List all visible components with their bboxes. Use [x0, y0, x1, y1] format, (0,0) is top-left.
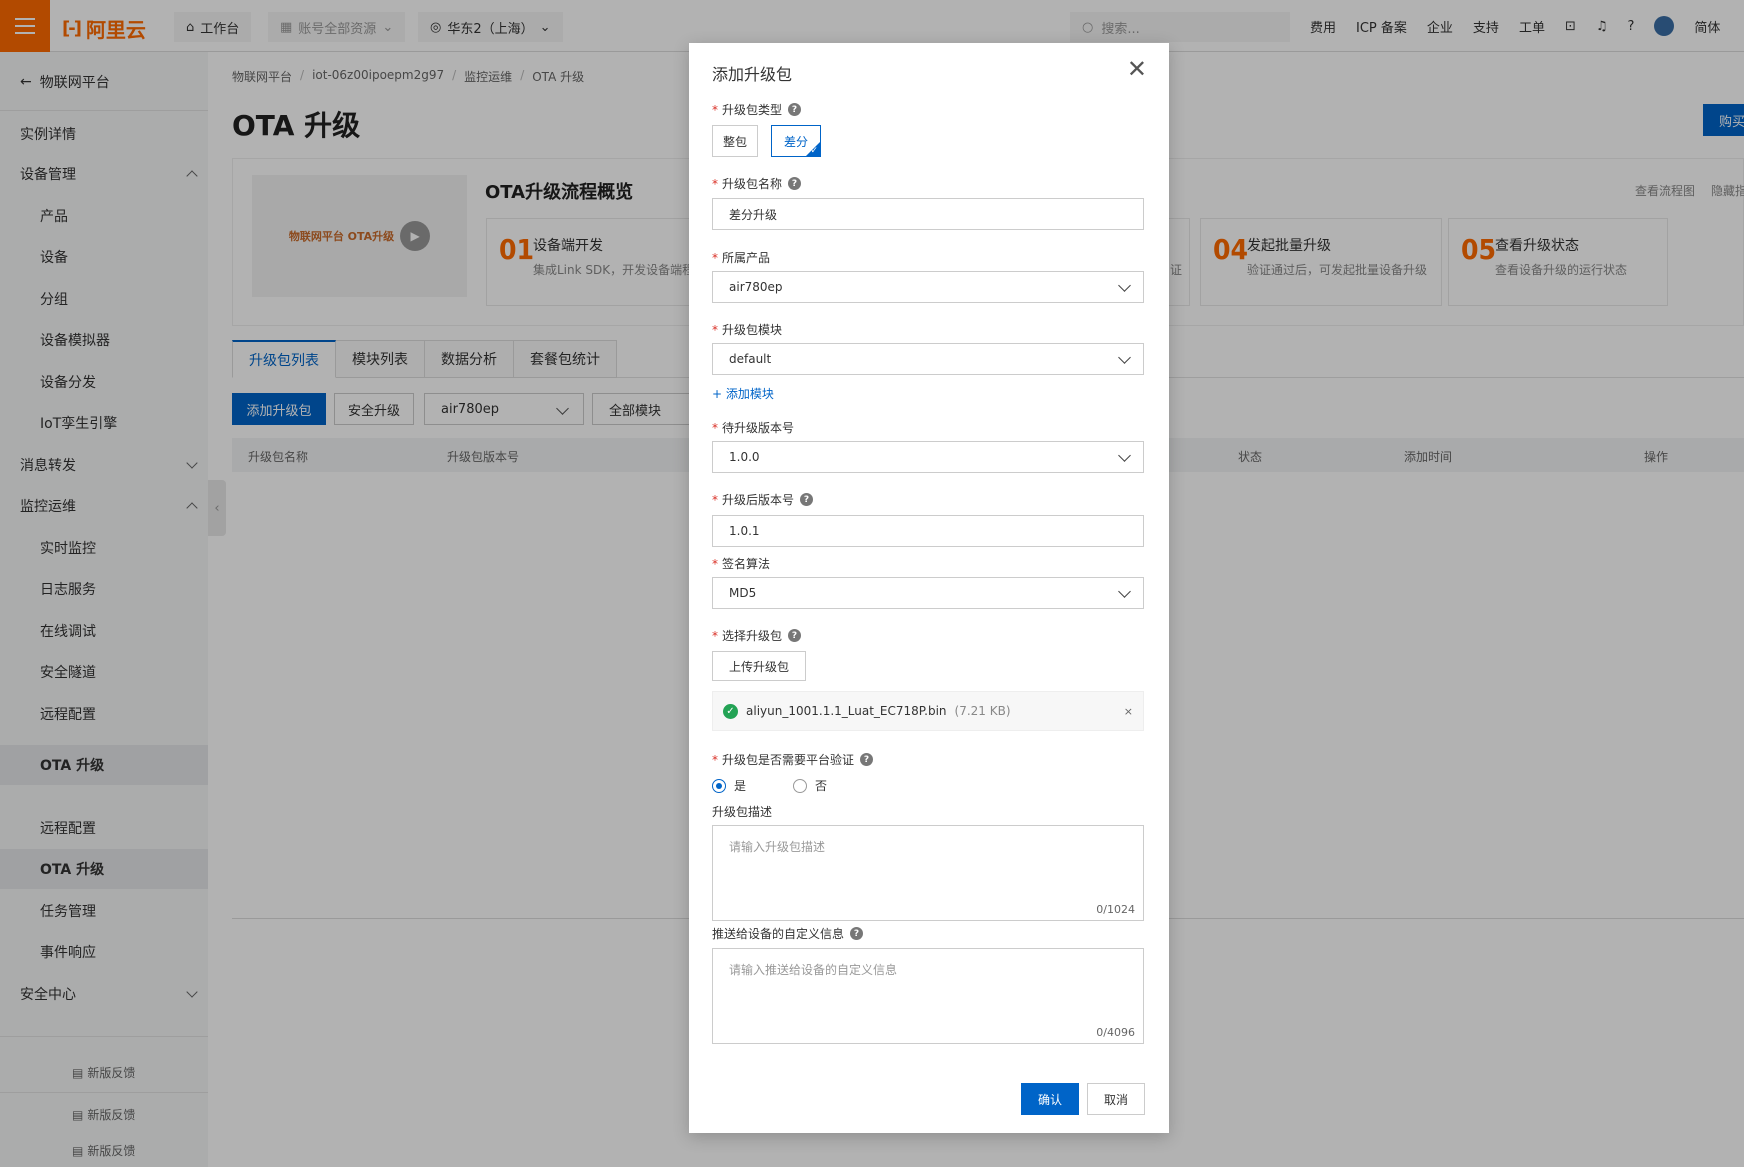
remove-file-icon[interactable]: × — [1124, 705, 1133, 718]
select-value: MD5 — [729, 586, 757, 600]
confirm-button[interactable]: 确认 — [1021, 1083, 1079, 1115]
label-text: 升级包名称 — [722, 177, 783, 191]
check-circle-icon: ✓ — [723, 703, 738, 719]
help-icon[interactable]: ? — [850, 927, 864, 940]
chevron-down-icon — [1118, 449, 1131, 462]
option-label: 差分 — [783, 134, 808, 149]
label-text: 升级包类型 — [722, 103, 783, 117]
upload-package-button[interactable]: 上传升级包 — [712, 651, 806, 681]
from-version-select[interactable]: 1.0.0 — [712, 441, 1144, 473]
uploaded-file: ✓ aliyun_1001.1.1_Luat_EC718P.bin (7.21 KB… — [712, 691, 1144, 731]
add-package-dialog: 添加升级包 ✕ * 升级包类型? 整包 差分 ✓ * 升级包名称? 差分升级 * 所属产… — [689, 43, 1169, 1133]
custom-info-label: 推送给设备的自定义信息? — [712, 925, 864, 942]
chevron-down-icon — [1118, 585, 1131, 598]
input-value: 1.0.1 — [729, 524, 760, 538]
dialog-title: 添加升级包 — [712, 65, 793, 84]
chevron-down-icon — [1118, 351, 1131, 364]
custom-info-textarea[interactable]: 请输入推送给设备的自定义信息 0/4096 — [712, 948, 1144, 1044]
help-icon[interactable]: ? — [860, 753, 874, 766]
radio-label: 是 — [734, 779, 747, 793]
select-value: air780ep — [729, 280, 783, 294]
label-text: 升级包是否需要平台验证 — [722, 753, 855, 767]
module-label: * 升级包模块 — [712, 322, 783, 338]
label-text: 选择升级包 — [722, 629, 783, 643]
check-icon: ✓ — [810, 146, 818, 156]
type-option-diff[interactable]: 差分 ✓ — [771, 125, 821, 157]
type-option-full[interactable]: 整包 — [712, 125, 758, 157]
package-type-label: * 升级包类型? — [712, 101, 802, 118]
sign-algorithm-select[interactable]: MD5 — [712, 577, 1144, 609]
to-version-input[interactable]: 1.0.1 — [712, 515, 1144, 547]
help-icon[interactable]: ? — [788, 177, 802, 190]
from-version-label: * 待升级版本号 — [712, 420, 795, 436]
label-text: 待升级版本号 — [722, 421, 795, 435]
close-icon[interactable]: ✕ — [1127, 57, 1147, 81]
file-size: (7.21 KB) — [954, 704, 1011, 718]
label-text: 升级包模块 — [722, 323, 783, 337]
verify-label: * 升级包是否需要平台验证? — [712, 751, 874, 768]
char-counter: 0/4096 — [1096, 1026, 1135, 1039]
module-select[interactable]: default — [712, 343, 1144, 375]
radio-label: 否 — [815, 779, 828, 793]
label-text: 升级包描述 — [712, 805, 773, 819]
label-text: 推送给设备的自定义信息 — [712, 927, 845, 941]
select-package-label: * 选择升级包? — [712, 627, 802, 644]
sign-algorithm-label: * 签名算法 — [712, 556, 771, 572]
label-text: 所属产品 — [722, 251, 771, 265]
select-value: default — [729, 352, 772, 366]
package-name-label: * 升级包名称? — [712, 175, 802, 192]
description-textarea[interactable]: 请输入升级包描述 0/1024 — [712, 825, 1144, 921]
label-text: 签名算法 — [722, 557, 771, 571]
verify-no-radio[interactable]: 否 — [793, 777, 827, 794]
input-value: 差分升级 — [729, 207, 778, 222]
product-label: * 所属产品 — [712, 250, 771, 266]
help-icon[interactable]: ? — [788, 103, 802, 116]
product-select[interactable]: air780ep — [712, 271, 1144, 303]
textarea-placeholder: 请输入推送给设备的自定义信息 — [729, 963, 898, 977]
label-text: 升级后版本号 — [722, 493, 795, 507]
radio-unselected-icon — [793, 778, 807, 793]
chevron-down-icon — [1118, 279, 1131, 292]
cancel-button[interactable]: 取消 — [1087, 1083, 1145, 1115]
textarea-placeholder: 请输入升级包描述 — [729, 840, 826, 854]
help-icon[interactable]: ? — [800, 493, 814, 506]
select-value: 1.0.0 — [729, 450, 760, 464]
to-version-label: * 升级后版本号? — [712, 491, 814, 508]
file-name: aliyun_1001.1.1_Luat_EC718P.bin — [746, 704, 947, 718]
char-counter: 0/1024 — [1096, 903, 1135, 916]
help-icon[interactable]: ? — [788, 629, 802, 642]
package-name-input[interactable]: 差分升级 — [712, 198, 1144, 230]
description-label: 升级包描述 — [712, 803, 772, 820]
add-module-link[interactable]: + 添加模块 — [712, 385, 774, 402]
radio-selected-icon — [712, 778, 726, 793]
verify-yes-radio[interactable]: 是 — [712, 777, 746, 794]
